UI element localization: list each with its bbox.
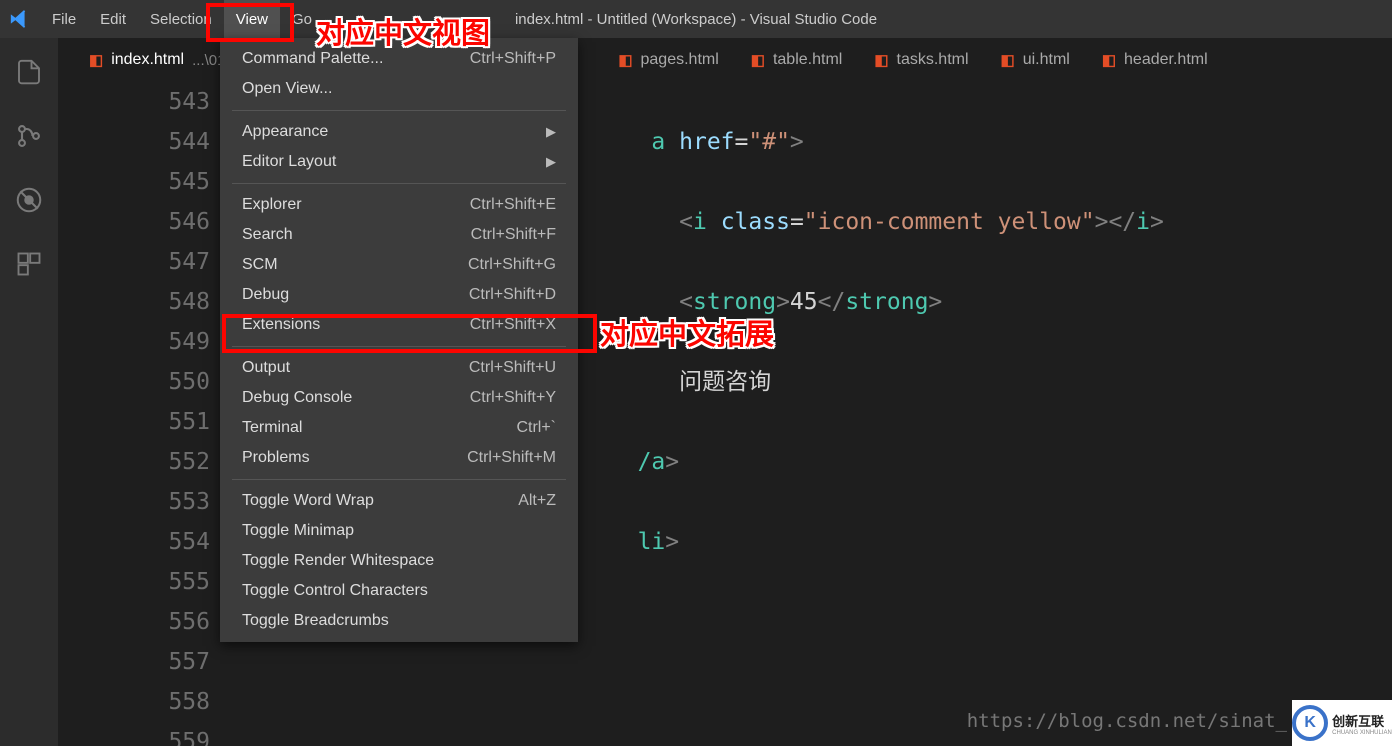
line-number: 559 (58, 722, 210, 746)
dd-editor-layout[interactable]: Editor Layout▶ (220, 147, 578, 177)
line-number: 556 (58, 602, 210, 642)
tab-label: index.html (111, 51, 184, 69)
tab-tasks[interactable]: ◧ tasks.html (858, 38, 984, 82)
line-number: 558 (58, 682, 210, 722)
extensions-icon[interactable] (13, 248, 45, 280)
watermark-url: https://blog.csdn.net/sinat_ (967, 710, 1287, 732)
activity-bar (0, 38, 58, 746)
brand-badge: K 创新互联 CHUANG XINHULIAN (1292, 700, 1392, 746)
tab-label: pages.html (641, 51, 719, 69)
dd-open-view[interactable]: Open View... (220, 74, 578, 104)
annotation-label-view: 对应中文视图 (316, 10, 490, 52)
annotation-label-extensions: 对应中文拓展 (600, 311, 774, 353)
explorer-icon[interactable] (13, 56, 45, 88)
tab-table[interactable]: ◧ table.html (735, 38, 859, 82)
debug-icon[interactable] (13, 184, 45, 216)
source-control-icon[interactable] (13, 120, 45, 152)
dd-explorer[interactable]: ExplorerCtrl+Shift+E (220, 190, 578, 220)
titlebar: File Edit Selection View Go index.html -… (0, 0, 1392, 38)
menu-selection[interactable]: Selection (138, 0, 224, 38)
dd-separator (232, 346, 566, 347)
chevron-right-icon: ▶ (546, 124, 556, 140)
brand-icon: K (1292, 705, 1328, 741)
menubar: File Edit Selection View Go (40, 0, 324, 38)
line-number: 553 (58, 482, 210, 522)
menu-file[interactable]: File (40, 0, 88, 38)
line-number: 544 (58, 122, 210, 162)
html-icon: ◧ (618, 51, 632, 69)
dd-terminal[interactable]: TerminalCtrl+` (220, 413, 578, 443)
html-icon: ◧ (1102, 51, 1116, 69)
dd-separator (232, 183, 566, 184)
line-number: 547 (58, 242, 210, 282)
dd-toggle-whitespace[interactable]: Toggle Render Whitespace (220, 546, 578, 576)
line-number: 557 (58, 642, 210, 682)
dd-debug-console[interactable]: Debug ConsoleCtrl+Shift+Y (220, 383, 578, 413)
menu-view[interactable]: View (224, 0, 280, 38)
html-icon: ◧ (751, 51, 765, 69)
dd-scm[interactable]: SCMCtrl+Shift+G (220, 250, 578, 280)
dd-separator (232, 110, 566, 111)
brand-text: 创新互联 (1332, 711, 1392, 730)
brand-subtext: CHUANG XINHULIAN (1332, 730, 1392, 736)
tab-label: ui.html (1023, 51, 1070, 69)
tab-label: table.html (773, 51, 842, 69)
dd-toggle-word-wrap[interactable]: Toggle Word WrapAlt+Z (220, 486, 578, 516)
dd-search[interactable]: SearchCtrl+Shift+F (220, 220, 578, 250)
line-number: 549 (58, 322, 210, 362)
dd-extensions[interactable]: ExtensionsCtrl+Shift+X (220, 310, 578, 340)
tab-ui[interactable]: ◧ ui.html (985, 38, 1086, 82)
dd-separator (232, 479, 566, 480)
dd-debug[interactable]: DebugCtrl+Shift+D (220, 280, 578, 310)
line-number: 555 (58, 562, 210, 602)
dd-output[interactable]: OutputCtrl+Shift+U (220, 353, 578, 383)
line-number: 551 (58, 402, 210, 442)
tab-header[interactable]: ◧ header.html (1086, 38, 1224, 82)
line-number: 552 (58, 442, 210, 482)
chevron-right-icon: ▶ (546, 154, 556, 170)
line-number: 554 (58, 522, 210, 562)
view-dropdown: Command Palette...Ctrl+Shift+P Open View… (220, 38, 578, 642)
html-icon: ◧ (89, 51, 103, 69)
line-gutter: 543 544 545 546 547 548 549 550 551 552 … (58, 82, 236, 746)
tab-label: tasks.html (897, 51, 969, 69)
dd-toggle-minimap[interactable]: Toggle Minimap (220, 516, 578, 546)
line-number: 545 (58, 162, 210, 202)
dd-problems[interactable]: ProblemsCtrl+Shift+M (220, 443, 578, 473)
vscode-logo (0, 8, 40, 30)
html-icon: ◧ (1001, 51, 1015, 69)
dd-appearance[interactable]: Appearance▶ (220, 117, 578, 147)
tab-pages[interactable]: ◧ pages.html (602, 38, 734, 82)
dd-toggle-control-chars[interactable]: Toggle Control Characters (220, 576, 578, 606)
menu-edit[interactable]: Edit (88, 0, 138, 38)
window-title: index.html - Untitled (Workspace) - Visu… (515, 11, 877, 28)
line-number: 548 (58, 282, 210, 322)
tab-label: header.html (1124, 51, 1208, 69)
line-number: 546 (58, 202, 210, 242)
html-icon: ◧ (874, 51, 888, 69)
dd-toggle-breadcrumbs[interactable]: Toggle Breadcrumbs (220, 606, 578, 636)
line-number: 550 (58, 362, 210, 402)
line-number: 543 (58, 82, 210, 122)
